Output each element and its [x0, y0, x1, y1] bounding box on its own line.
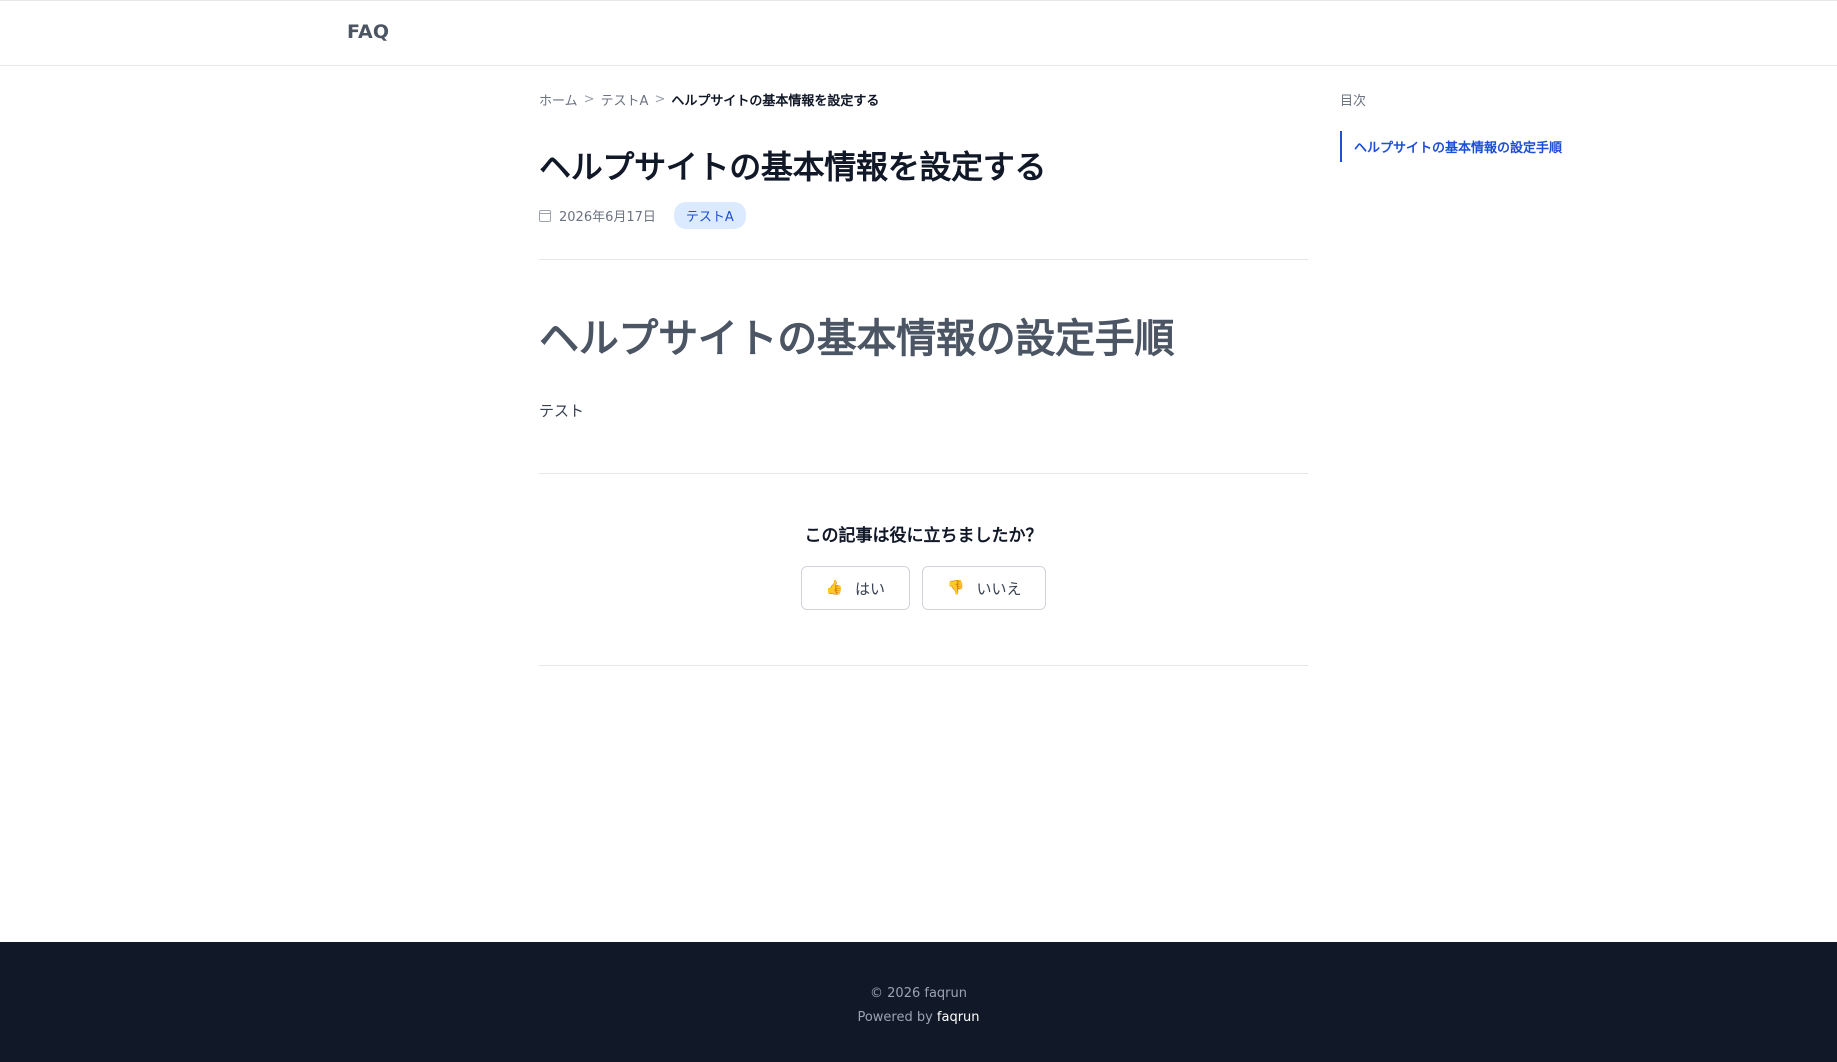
breadcrumb-category-link[interactable]: テストA [601, 90, 649, 109]
divider [539, 259, 1308, 260]
thumbs-down-icon: 👎 [947, 580, 965, 596]
feedback-no-button[interactable]: 👎 いいえ [922, 566, 1047, 610]
site-header: FAQ [0, 0, 1837, 66]
divider [539, 473, 1308, 474]
site-logo[interactable]: FAQ [347, 21, 389, 43]
section-heading: ヘルプサイトの基本情報の設定手順 [539, 316, 1175, 362]
thumbs-up-icon: 👍 [825, 580, 843, 596]
divider [539, 665, 1308, 666]
powered-by-prefix: Powered by [857, 1010, 937, 1025]
feedback-no-label: いいえ [976, 579, 1022, 598]
footer-powered-by: Powered by faqrun [0, 1010, 1837, 1025]
article-meta: 2026年6月17日 テストA [539, 202, 746, 229]
feedback-yes-label: はい [854, 579, 885, 598]
feedback-buttons: 👍 はい 👎 いいえ [539, 566, 1308, 610]
powered-by-link[interactable]: faqrun [937, 1010, 980, 1025]
breadcrumb-current: ヘルプサイトの基本情報を設定する [671, 94, 880, 109]
page-title: ヘルプサイトの基本情報を設定する [539, 148, 1047, 186]
footer-copyright: © 2026 faqrun [870, 986, 967, 1001]
toc-item[interactable]: ヘルプサイトの基本情報の設定手順 [1340, 131, 1600, 162]
site-footer: © 2026 faqrun Powered by faqrun [0, 942, 1837, 1062]
article-body: テスト [539, 402, 585, 420]
toc-title: 目次 [1340, 94, 1367, 109]
category-tag[interactable]: テストA [673, 202, 746, 229]
table-of-contents: 目次 ヘルプサイトの基本情報の設定手順 [1340, 90, 1600, 162]
feedback-section: この記事は役に立ちましたか？ 👍 はい 👎 いいえ [539, 521, 1308, 610]
page: FAQ ホーム > テストA > ヘルプサイトの基本情報を設定する ヘルプサイト… [0, 0, 1837, 1062]
feedback-yes-button[interactable]: 👍 はい [800, 566, 910, 610]
breadcrumb-home-link[interactable]: ホーム [539, 90, 578, 109]
publish-date: 2026年6月17日 [559, 210, 656, 225]
calendar-icon [539, 209, 551, 222]
breadcrumb-separator: > [654, 92, 666, 107]
feedback-question: この記事は役に立ちましたか？ [804, 526, 1043, 546]
breadcrumb: ホーム > テストA > ヘルプサイトの基本情報を設定する [539, 90, 879, 109]
breadcrumb-separator: > [583, 92, 595, 107]
